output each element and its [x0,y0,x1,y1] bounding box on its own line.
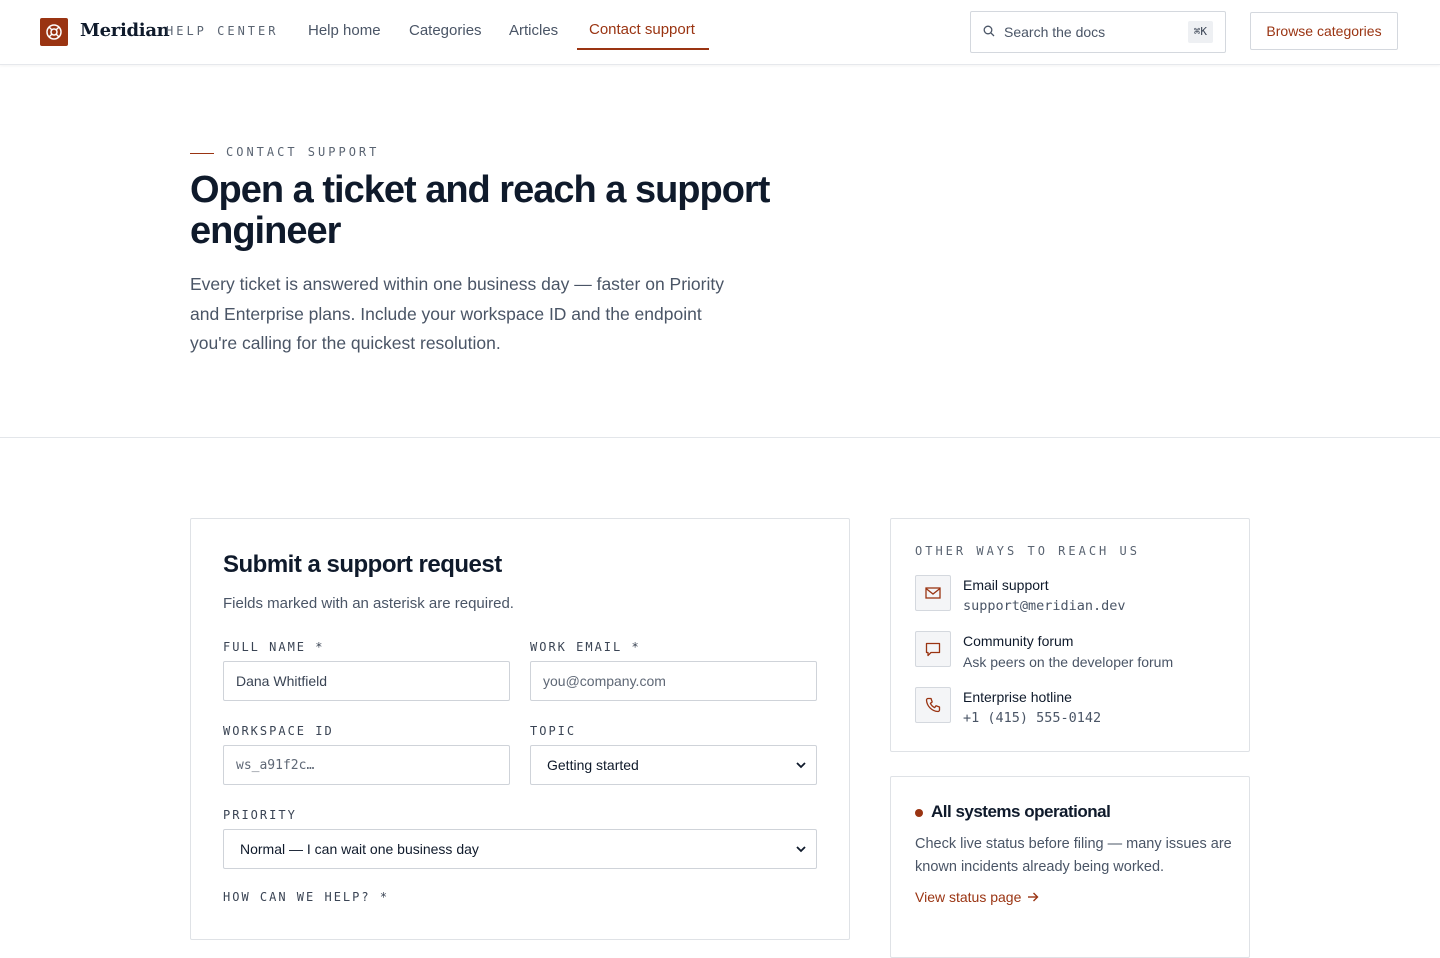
page-title: Open a ticket and reach a support engine… [190,169,770,252]
search-shortcut-badge: ⌘K [1187,21,1213,43]
topic-select[interactable]: Getting started [530,745,817,785]
workspace-id-field[interactable]: ws_a91f2c… [223,745,510,785]
priority-label: PRIORITY [223,808,297,822]
form-title: Submit a support request [223,551,502,578]
chevron-down-icon [796,762,806,769]
nav-contact-support-label: Contact support [589,21,695,38]
system-status-card: All systems operational Check live statu… [890,776,1250,958]
search-placeholder: Search the docs [1004,24,1106,40]
priority-select[interactable]: Normal — I can wait one business day [223,829,817,869]
mail-icon [915,575,951,611]
priority-selected-value: Normal — I can wait one business day [240,841,479,857]
nav-categories[interactable]: Categories [409,22,482,39]
enterprise-hotline-number[interactable]: +1 (415) 555-0142 [963,710,1101,726]
lifebuoy-logo-icon[interactable] [40,18,68,46]
work-email-label: WORK EMAIL * [530,640,641,654]
top-header: Meridian HELP CENTER Help home Categorie… [0,0,1440,65]
arrow-right-icon [1028,892,1039,902]
hero-eyebrow: CONTACT SUPPORT [226,145,380,159]
eyebrow-rule [190,153,214,154]
chat-icon [915,631,951,667]
full-name-label: FULL NAME * [223,640,325,654]
view-status-page-link[interactable]: View status page [915,889,1039,905]
community-forum-description[interactable]: Ask peers on the developer forum [963,654,1173,670]
email-support-address[interactable]: support@meridian.dev [963,598,1126,614]
view-status-page-label: View status page [915,889,1022,905]
search-input[interactable]: Search the docs ⌘K [970,11,1226,53]
other-ways-card: OTHER WAYS TO REACH US Email support sup… [890,518,1250,752]
work-email-field[interactable]: you@company.com [530,661,817,701]
brand-section: HELP CENTER [166,24,279,38]
brand-name[interactable]: Meridian [80,20,170,41]
phone-icon [915,687,951,723]
workspace-id-label: WORKSPACE ID [223,724,334,738]
status-indicator-icon [915,809,923,817]
status-title: All systems operational [931,802,1111,821]
topic-selected-value: Getting started [547,757,639,773]
nav-contact-support[interactable]: Contact support [577,12,709,50]
work-email-placeholder: you@company.com [543,673,666,689]
full-name-value: Dana Whitfield [236,673,328,689]
enterprise-hotline-label: Enterprise hotline [963,689,1072,705]
community-forum-label: Community forum [963,633,1074,649]
email-support-label: Email support [963,577,1049,593]
hero-description: Every ticket is answered within one busi… [190,274,724,353]
workspace-id-placeholder: ws_a91f2c… [236,758,315,773]
topic-label: TOPIC [530,724,577,738]
full-name-field[interactable]: Dana Whitfield [223,661,510,701]
message-label: HOW CAN WE HELP? * [223,890,390,904]
form-subtitle: Fields marked with an asterisk are requi… [223,595,514,612]
status-description: Check live status before filing — many i… [915,836,1232,875]
browse-categories-button[interactable]: Browse categories [1250,12,1398,50]
nav-articles[interactable]: Articles [509,22,558,39]
search-icon [983,25,995,37]
support-request-form: Submit a support request Fields marked w… [190,518,850,940]
chevron-down-icon [796,846,806,853]
nav-help-home[interactable]: Help home [308,22,381,39]
section-divider [0,437,1440,438]
other-ways-title: OTHER WAYS TO REACH US [915,544,1140,558]
